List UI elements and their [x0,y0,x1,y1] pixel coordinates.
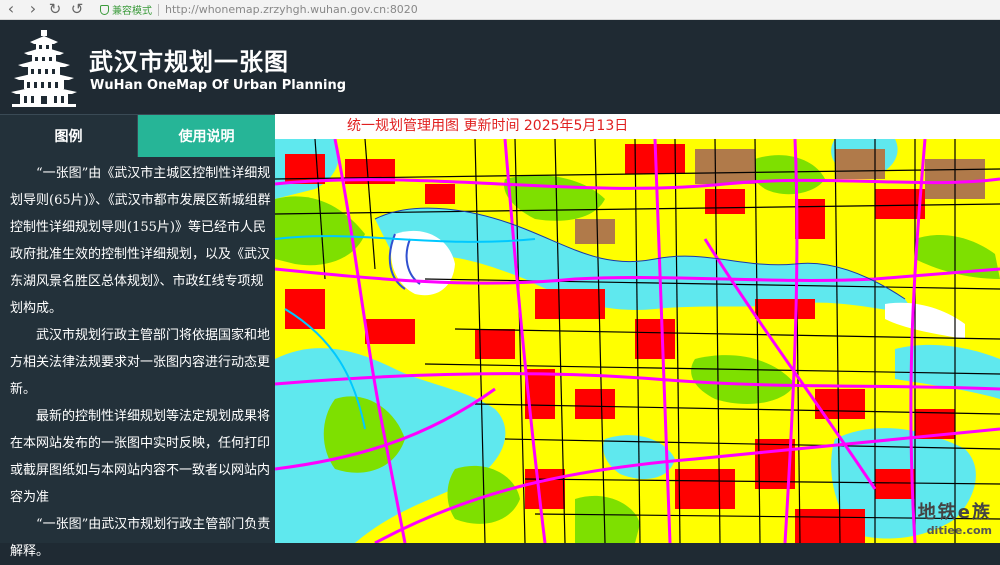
watermark: 地铁e族 ditiee.com [918,498,992,537]
site-title: 武汉市规划一张图 [89,48,289,76]
map-caption: 统一规划管理用图 更新时间 2025年5月13日 [347,118,629,134]
tab-instructions[interactable]: 使用说明 [138,115,275,157]
compat-label: 兼容模式 [112,6,152,17]
instructions-text: “一张图”由《武汉市主城区控制性详细规划导则(65片)》、《武汉市都市发展区新城… [0,156,275,565]
compat-badge[interactable]: 兼容模式 [100,2,152,17]
shield-icon [100,4,109,15]
panel-tabs: 图例 使用说明 [0,114,275,157]
site-header: 武汉市规划一张图 WuHan OneMap Of Urban Planning [0,20,1000,114]
watermark-url: ditiee.com [926,524,992,537]
address-bar[interactable]: http://whonemap.zrzyhgh.wuhan.gov.cn:802… [165,3,418,16]
yellow-crane-tower-logo-icon [11,30,77,107]
land-use-map[interactable] [275,139,1000,543]
back-icon[interactable]: ‹ [0,0,22,20]
side-panel: 图例 使用说明 “一张图”由《武汉市主城区控制性详细规划导则(65片)》、《武汉… [0,114,275,559]
watermark-title: 地铁e族 [917,502,992,523]
forward-icon[interactable]: › [22,0,44,20]
tab-legend[interactable]: 图例 [0,115,138,157]
site-subtitle: WuHan OneMap Of Urban Planning [90,78,347,93]
instruction-paragraph: “一张图”由武汉市规划行政主管部门负责解释。 [10,517,271,559]
instruction-paragraph: 武汉市规划行政主管部门将依据国家和地方相关法律法规要求对一张图内容进行动态更新。 [10,328,271,397]
browser-toolbar: ‹ › ↻ ↺ 兼容模式 http://whonemap.zrzyhgh.wuh… [0,0,1000,20]
undo-icon[interactable]: ↺ [66,0,88,20]
map-view[interactable]: 统一规划管理用图 更新时间 2025年5月13日 地铁e族 ditiee.com [275,114,1000,543]
instruction-paragraph: 最新的控制性详细规划等法定规划成果将在本网站发布的一张图中实时反映，任何打印或截… [10,409,271,505]
divider [158,3,159,16]
reload-icon[interactable]: ↻ [44,0,66,20]
instruction-paragraph: “一张图”由《武汉市主城区控制性详细规划导则(65片)》、《武汉市都市发展区新城… [10,166,271,316]
